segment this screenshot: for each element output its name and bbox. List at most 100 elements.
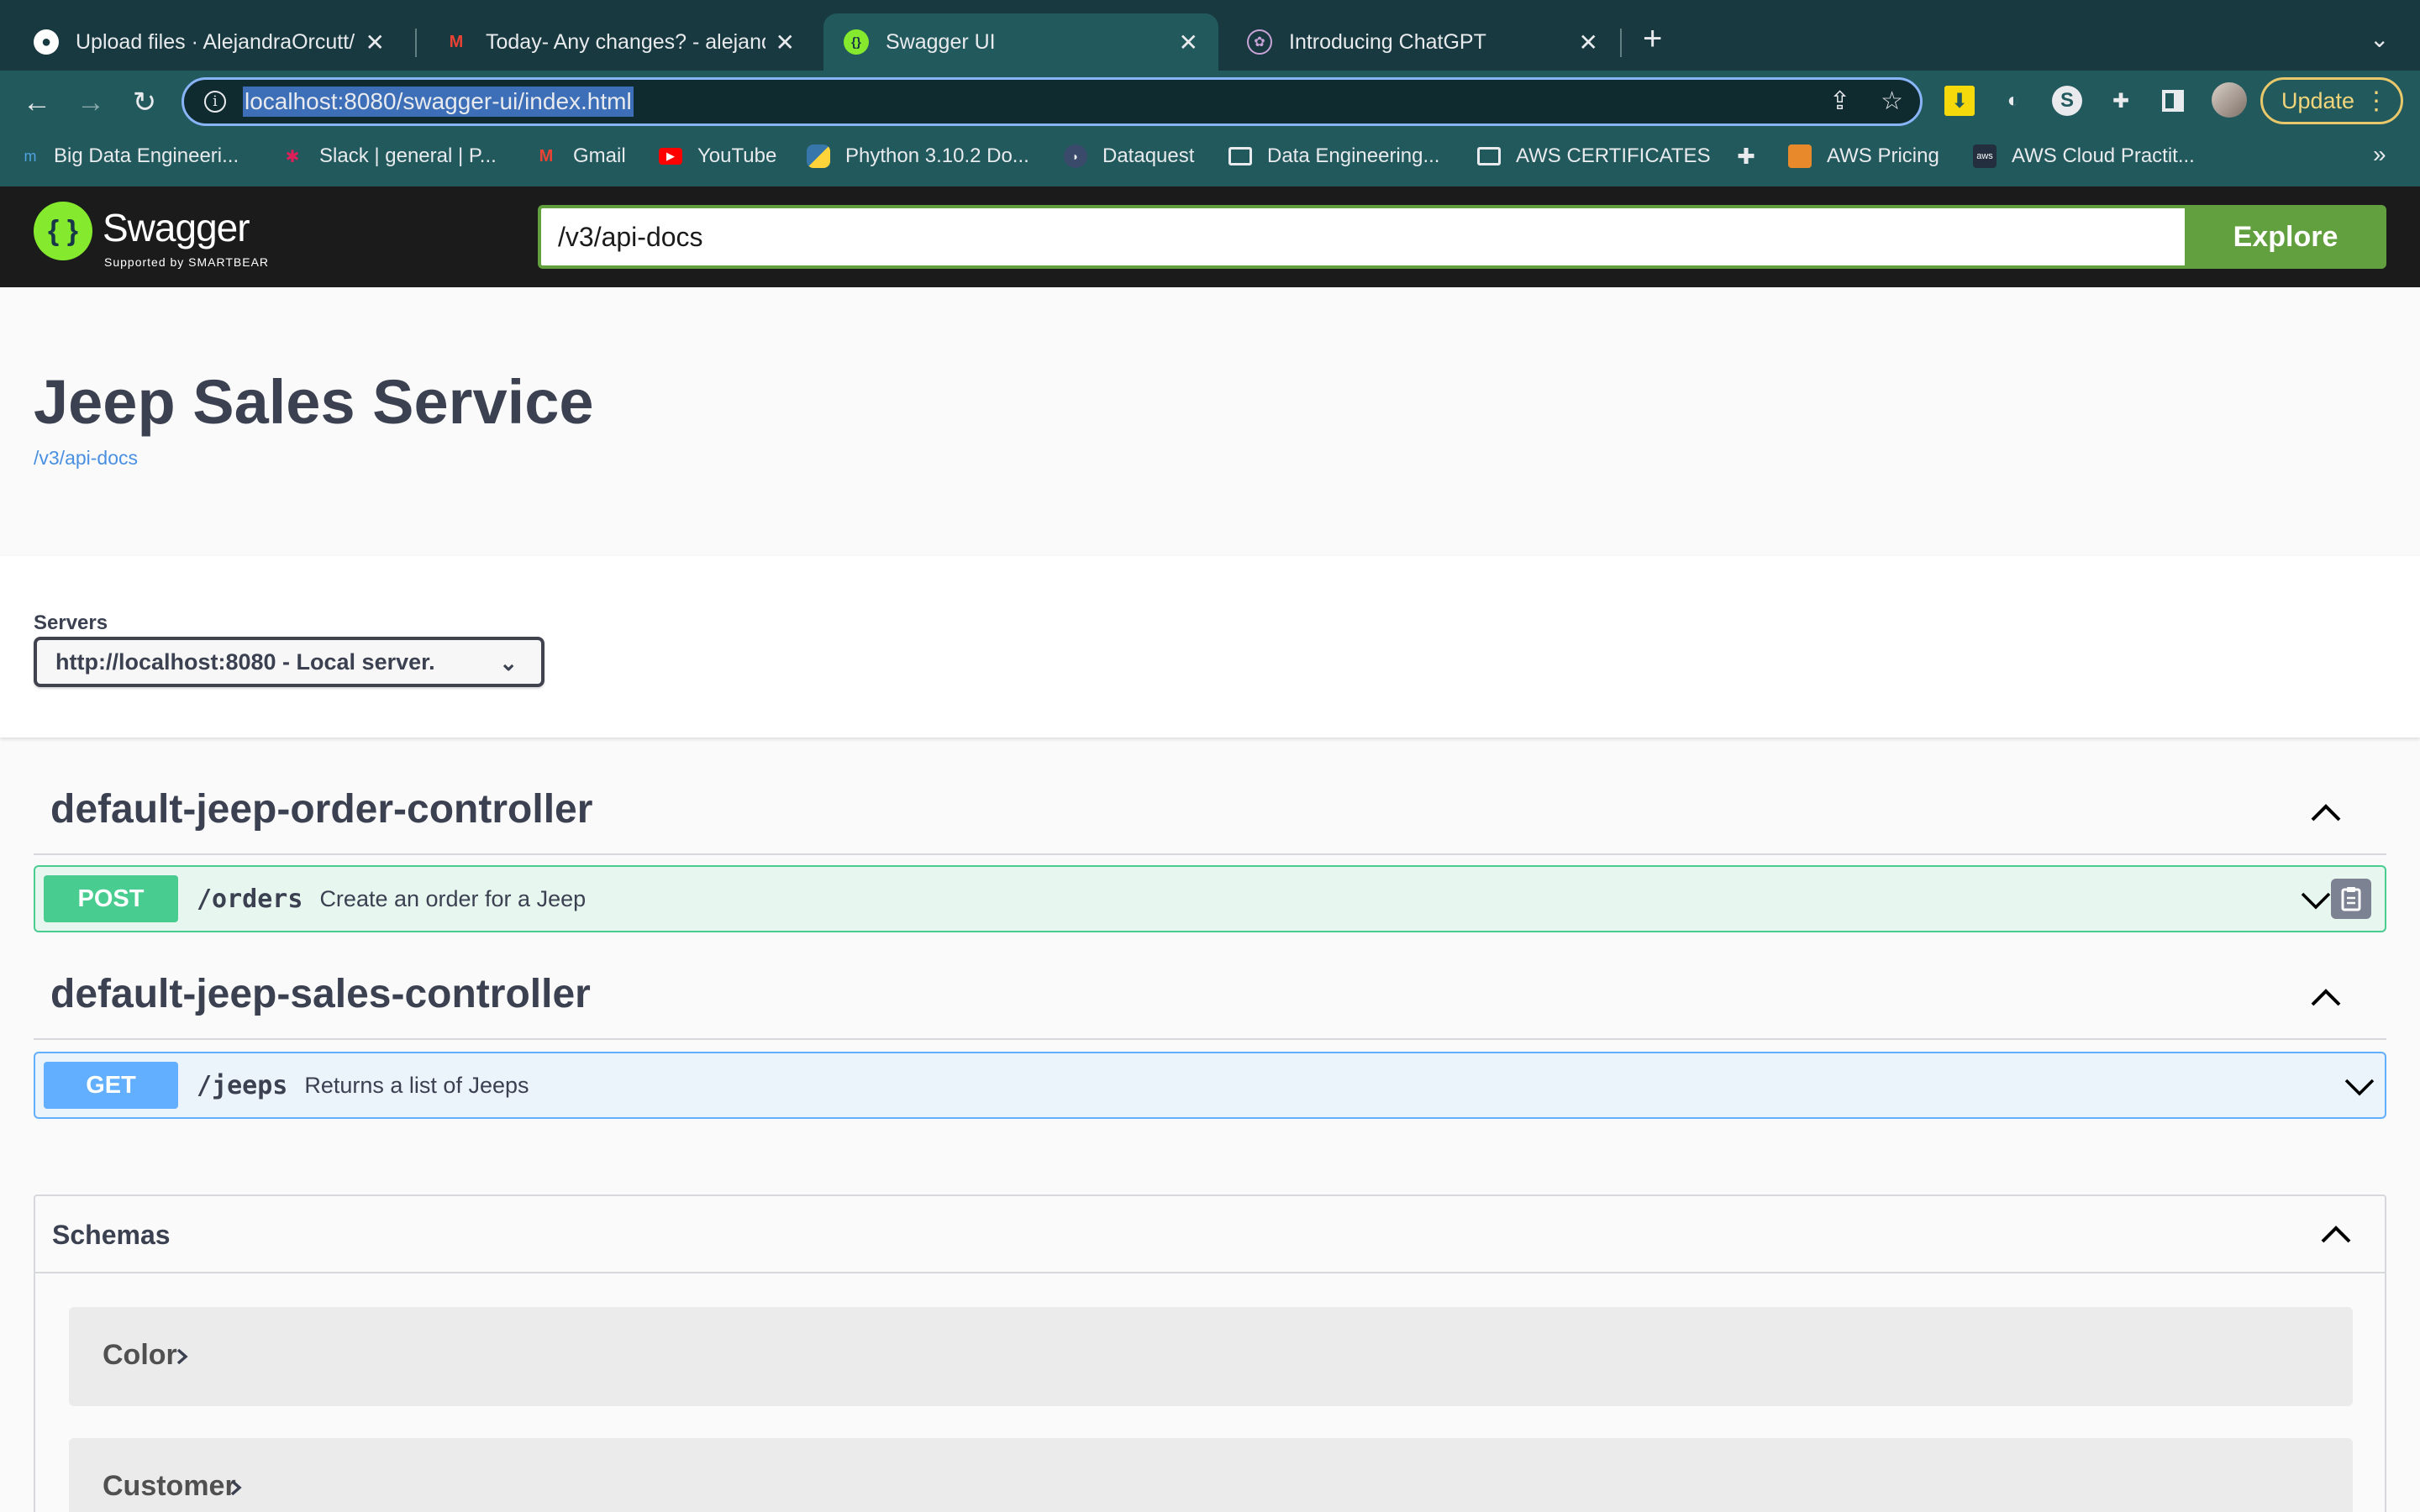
python-icon (807, 144, 830, 168)
schemas-header[interactable]: Schemas (35, 1196, 2385, 1273)
gmail-icon: M (449, 32, 464, 51)
chevron-right-icon (230, 1479, 242, 1496)
browser-tab-github[interactable]: ● Upload files · AlejandraOrcutt/L ✕ (13, 13, 405, 71)
api-title: Jeep Sales Service (34, 367, 594, 437)
tab-separator (1620, 29, 1622, 57)
slack-icon: ✱ (285, 147, 300, 166)
tag-divider (34, 853, 2386, 855)
swagger-icon: {} (844, 29, 869, 55)
browser-tab-gmail[interactable]: M Today- Any changes? - alejand ✕ (424, 13, 815, 71)
aws-cube-icon (1788, 144, 1812, 168)
privacy-extension-icon[interactable]: ◐ (1998, 86, 2028, 116)
close-tab-icon[interactable]: ✕ (366, 29, 385, 56)
schema-model-color[interactable]: Color (69, 1307, 2353, 1406)
bookmark-aws-cloud-practitioner[interactable]: aws AWS Cloud Practit... (1973, 144, 2195, 168)
puzzle-icon: ✚ (1737, 143, 1755, 169)
swagger-brand-sub: Supported by SMARTBEAR (104, 255, 270, 269)
github-icon: ● (34, 29, 59, 55)
side-panel-icon[interactable] (2158, 86, 2188, 116)
swagger-brand: Swagger (103, 206, 250, 249)
bookmark-youtube[interactable]: ▶ YouTube (659, 144, 776, 168)
tab-title: Swagger UI (886, 29, 996, 54)
spec-url-input[interactable]: /v3/api-docs (538, 205, 2319, 269)
bookmark-gmail[interactable]: M Gmail (534, 144, 626, 168)
method-badge: GET (44, 1062, 178, 1109)
site-info-icon[interactable]: i (204, 91, 226, 113)
servers-selected-value: http://localhost:8080 - Local server. (55, 648, 435, 675)
schemas-section: Schemas Color Customer (34, 1194, 2386, 1512)
back-arrow-icon[interactable]: ← (18, 84, 55, 121)
bookmark-star-icon[interactable]: ☆ (1881, 87, 1903, 116)
operation-post-orders[interactable]: POST /orders Create an order for a Jeep (34, 865, 2386, 932)
folder-icon (1477, 144, 1501, 168)
copy-to-clipboard-icon[interactable] (2331, 879, 2371, 919)
tag-title-order-controller[interactable]: default-jeep-order-controller (50, 786, 592, 832)
explore-button[interactable]: Explore (2185, 205, 2386, 269)
forward-arrow-icon[interactable]: → (72, 84, 109, 121)
method-badge: POST (44, 875, 178, 922)
update-label: Update (2281, 87, 2355, 113)
aws-icon: aws (1973, 144, 1996, 168)
schema-model-customer[interactable]: Customer (69, 1438, 2353, 1512)
browser-tab-swagger[interactable]: {} Swagger UI ✕ (823, 13, 1218, 71)
operation-summary: Returns a list of Jeeps (304, 1072, 529, 1098)
schemas-title: Schemas (52, 1220, 171, 1250)
chevron-down-icon[interactable] (2299, 884, 2333, 917)
address-url[interactable]: localhost:8080/swagger-ui/index.html (243, 87, 634, 117)
schema-model-name: Customer (103, 1470, 236, 1502)
bookmark-label: Dataquest (1102, 144, 1195, 167)
bookmark-label: Gmail (573, 144, 626, 167)
bookmark-label: Big Data Engineeri... (54, 144, 239, 167)
api-docs-link[interactable]: /v3/api-docs (34, 447, 138, 470)
download-extension-icon[interactable]: ⬇ (1944, 86, 1975, 116)
extensions-puzzle-icon[interactable]: ✚ (2106, 86, 2136, 116)
close-tab-icon[interactable]: ✕ (1579, 29, 1598, 56)
m-icon: m (24, 147, 37, 165)
bookmark-aws-pricing[interactable]: AWS Pricing (1788, 144, 1939, 168)
tab-title: Introducing ChatGPT (1289, 29, 1486, 54)
operation-path: /jeeps (197, 1070, 288, 1100)
close-tab-icon[interactable]: ✕ (776, 29, 795, 56)
share-icon[interactable]: ⇪ (1829, 87, 1850, 116)
bookmark-python[interactable]: Phython 3.10.2 Do... (807, 144, 1029, 168)
browser-tab-chatgpt[interactable]: ✿ Introducing ChatGPT ✕ (1227, 13, 1618, 71)
address-bar[interactable]: i localhost:8080/swagger-ui/index.html ⇪… (182, 77, 1923, 126)
chevron-up-icon[interactable] (2306, 793, 2346, 833)
servers-select[interactable]: http://localhost:8080 - Local server. ⌄ (34, 637, 544, 687)
s-extension-icon[interactable]: S (2052, 86, 2082, 116)
bookmarks-overflow-icon[interactable]: » (2373, 141, 2386, 168)
bookmark-folder-data-engineering[interactable]: Data Engineering... (1228, 144, 1439, 168)
tag-divider (34, 1038, 2386, 1040)
update-button[interactable]: Update ⋮ (2260, 77, 2403, 124)
swagger-logo-icon: { } (34, 202, 92, 260)
bookmark-label: AWS CERTIFICATES (1516, 144, 1711, 167)
profile-avatar[interactable] (2212, 82, 2247, 118)
chevron-down-icon[interactable] (2343, 1070, 2376, 1104)
tab-title: Today- Any changes? - alejand (486, 29, 765, 54)
reload-icon[interactable]: ↻ (126, 84, 163, 121)
bookmark-folder-aws-certificates[interactable]: AWS CERTIFICATES (1477, 144, 1711, 168)
chevron-up-icon[interactable] (2306, 978, 2346, 1018)
new-tab-button[interactable]: + (1643, 22, 1662, 55)
tab-search-chevron-icon[interactable]: ⌄ (2370, 25, 2389, 53)
bookmark-dataquest[interactable]: ◗ Dataquest (1064, 144, 1194, 168)
gmail-icon: M (539, 146, 554, 165)
kebab-menu-icon[interactable]: ⋮ (2364, 87, 2389, 116)
bookmark-label: Slack | general | P... (319, 144, 497, 167)
bookmark-slack[interactable]: ✱ Slack | general | P... (281, 144, 497, 168)
chevron-up-icon[interactable] (2316, 1215, 2356, 1255)
servers-label: Servers (34, 612, 108, 634)
folder-icon (1228, 144, 1252, 168)
operation-get-jeeps[interactable]: GET /jeeps Returns a list of Jeeps (34, 1052, 2386, 1119)
tag-title-sales-controller[interactable]: default-jeep-sales-controller (50, 971, 591, 1017)
operation-path: /orders (197, 884, 303, 914)
bookmark-label: Data Engineering... (1267, 144, 1440, 167)
schema-model-name: Color (103, 1339, 177, 1371)
bookmark-label: AWS Cloud Practit... (2012, 144, 2195, 167)
bookmark-extension[interactable]: ✚ (1734, 143, 1773, 169)
bookmark-big-data[interactable]: m Big Data Engineeri... (22, 144, 239, 168)
close-tab-icon[interactable]: ✕ (1179, 29, 1198, 56)
bookmark-label: YouTube (697, 144, 777, 167)
bookmark-label: AWS Pricing (1827, 144, 1939, 167)
dataquest-icon: ◗ (1064, 144, 1087, 168)
